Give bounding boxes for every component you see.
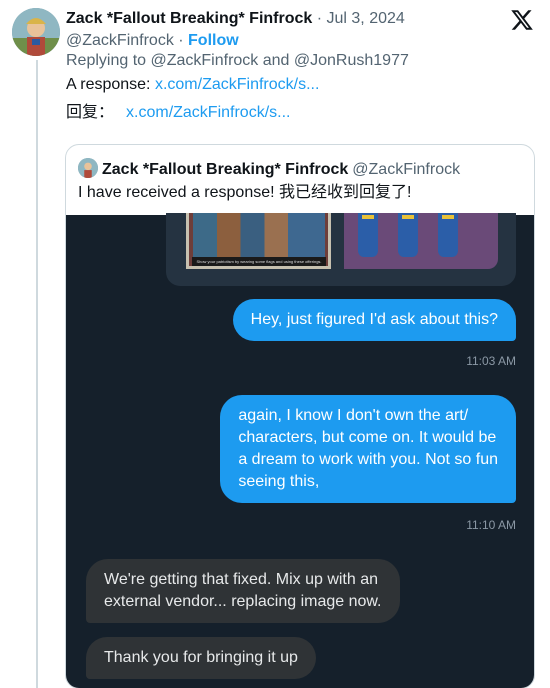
tweet-date[interactable]: Jul 3, 2024 — [327, 10, 405, 27]
message-text: Thank you for bringing it up — [104, 649, 298, 666]
quote-author-name: Zack *Fallout Breaking* Finfrock — [102, 161, 349, 178]
message-bubble-1: Hey, just figured I'd ask about this? — [232, 299, 516, 341]
quote-text: I have received a response! 我已经收到回复了! — [78, 184, 412, 201]
replying-to: Replying to @ZackFinfrock and @JonRush19… — [66, 52, 409, 69]
author-handle[interactable]: @ZackFinfrock — [66, 32, 174, 49]
x-logo-icon[interactable] — [510, 8, 534, 32]
message-text: external vendor... replacing image now. — [104, 593, 382, 610]
poster-image: Show your patriotism by wearing some fla… — [186, 213, 331, 269]
quoted-tweet[interactable]: Zack *Fallout Breaking* Finfrock @ZackFin… — [65, 144, 535, 688]
response-link-1[interactable]: x.com/ZackFinfrock/s... — [155, 76, 319, 93]
poster-artwork — [193, 213, 325, 257]
tweet-text-line-2: 回复： x.com/ZackFinfrock/s... — [66, 103, 290, 123]
message-text: Hey, just figured I'd ask about this? — [250, 311, 498, 328]
poster-caption: Show your patriotism by wearing some fla… — [192, 257, 326, 266]
message-text: a dream to work with you. Not so fun — [238, 451, 498, 468]
vault-boy-figure — [358, 213, 378, 257]
vault-boy-figure — [438, 213, 458, 257]
message-time-1: 11:03 AM — [466, 354, 516, 368]
message-text: We're getting that fixed. Mix up with an — [104, 571, 379, 588]
follow-button[interactable]: Follow — [188, 32, 239, 49]
thread-connector-line — [36, 60, 38, 688]
line2-prefix: 回复： — [66, 104, 115, 121]
message-bubble-4: Thank you for bringing it up — [86, 637, 316, 679]
author-name[interactable]: Zack *Fallout Breaking* Finfrock — [66, 10, 312, 27]
vault-boy-image — [344, 213, 498, 269]
message-text: characters, but come on. It would be — [238, 429, 497, 446]
header-separator: · — [312, 10, 327, 27]
handle-row: @ZackFinfrock · Follow — [66, 31, 239, 51]
message-text: seeing this, — [238, 473, 320, 490]
tweet-text-line-1: A response: x.com/ZackFinfrock/s... — [66, 75, 319, 95]
tweet-header: Zack *Fallout Breaking* Finfrock · Jul 3… — [66, 9, 405, 29]
dm-image-card: Show your patriotism by wearing some fla… — [166, 213, 516, 286]
quote-header: Zack *Fallout Breaking* Finfrock @ZackFin… — [78, 158, 460, 178]
author-avatar[interactable] — [12, 8, 60, 56]
handle-separator: · — [173, 32, 189, 49]
response-link-2[interactable]: x.com/ZackFinfrock/s... — [126, 104, 290, 121]
message-bubble-3: We're getting that fixed. Mix up with an… — [86, 559, 400, 623]
dm-screenshot: Show your patriotism by wearing some fla… — [66, 213, 534, 688]
vault-boy-figure — [398, 213, 418, 257]
line1-prefix: A response: — [66, 76, 155, 93]
message-text: again, I know I don't own the art/ — [238, 407, 469, 424]
quote-author-handle: @ZackFinfrock — [352, 161, 461, 178]
message-bubble-2: again, I know I don't own the art/ chara… — [220, 395, 516, 503]
quote-avatar — [78, 158, 98, 178]
message-time-2: 11:10 AM — [466, 518, 516, 532]
